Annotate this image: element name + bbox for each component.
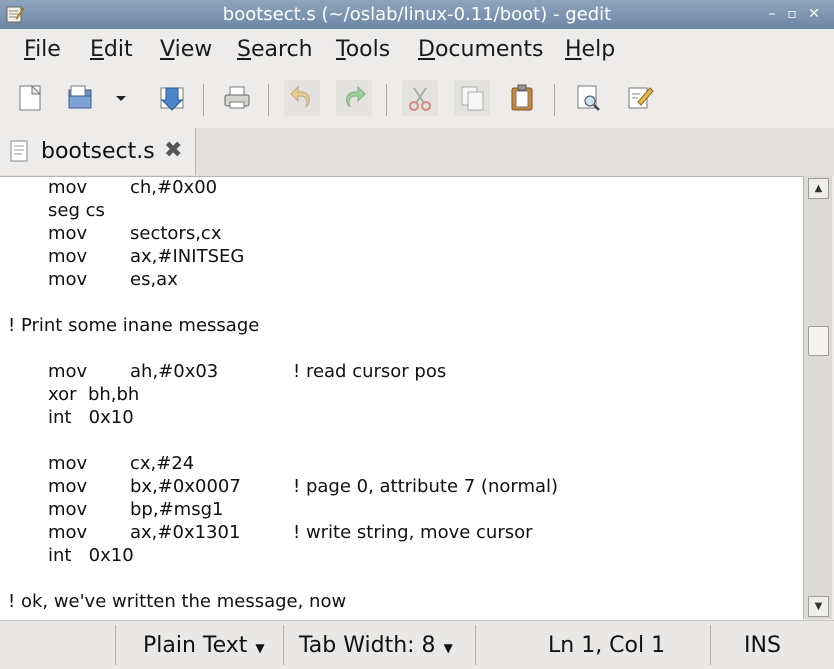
tab-label: bootsect.s xyxy=(41,139,155,164)
code-comment: ! page 0, attribute 7 (normal) xyxy=(293,476,559,497)
status-bar: Plain Text ▼ Tab Width: 8 ▼ Ln 1, Col 1 IN… xyxy=(0,620,834,669)
code-instruction: mov xyxy=(48,269,88,290)
code-line: seg cs xyxy=(8,200,798,223)
status-separator xyxy=(710,625,711,665)
code-comment: ! write string, move cursor xyxy=(293,522,533,543)
tab-width-selector[interactable]: Tab Width: 8 ▼ xyxy=(299,633,453,658)
scroll-up-icon[interactable]: ▲ xyxy=(808,178,829,199)
code-operands: ax,#INITSEG xyxy=(130,246,245,267)
code-operands: bp,#msg1 xyxy=(130,499,224,520)
menu-edit[interactable]: Edit xyxy=(90,37,133,62)
status-separator xyxy=(475,625,476,665)
code-line: ! Print some inane message xyxy=(8,315,798,338)
code-operands: sectors,cx xyxy=(130,223,222,244)
status-separator xyxy=(115,625,116,665)
menu-documents[interactable]: Documents xyxy=(418,37,543,62)
code-line: mov es,ax xyxy=(8,269,798,292)
language-selector[interactable]: Plain Text ▼ xyxy=(143,633,265,658)
code-instruction: seg cs xyxy=(48,200,105,221)
code-comment: ! read cursor pos xyxy=(293,361,447,382)
new-document-icon[interactable] xyxy=(12,80,48,116)
code-line: mov bx,#0x0007 ! page 0, attribute 7 (norm… xyxy=(8,476,798,499)
code-operands: ch,#0x00 xyxy=(130,177,218,198)
code-operands: es,ax xyxy=(130,269,178,290)
code-line: int 0x10 xyxy=(8,545,798,568)
code-instruction: mov xyxy=(48,177,88,198)
tab-bar: bootsect.s ✖ xyxy=(0,128,834,176)
code-operands: bx,#0x0007 xyxy=(130,476,241,497)
menu-search[interactable]: Search xyxy=(237,37,313,62)
status-separator xyxy=(283,625,284,665)
code-instruction: mov xyxy=(48,522,88,543)
paste-icon[interactable] xyxy=(504,80,540,116)
close-window-button[interactable]: ✕ xyxy=(806,6,822,22)
toolbar-separator xyxy=(554,84,555,116)
code-instruction: mov xyxy=(48,499,88,520)
code-line: mov ax,#INITSEG xyxy=(8,246,798,269)
menu-view[interactable]: View xyxy=(160,37,212,62)
find-replace-icon[interactable] xyxy=(622,80,658,116)
code-instruction: mov xyxy=(48,246,88,267)
code-instruction: mov xyxy=(48,453,88,474)
chevron-down-icon: ▼ xyxy=(443,641,453,655)
document-icon xyxy=(10,140,28,162)
code-instruction: mov xyxy=(48,223,88,244)
find-icon[interactable] xyxy=(570,80,606,116)
code-instruction: xor bh,bh xyxy=(48,384,140,405)
document-tab[interactable]: bootsect.s ✖ xyxy=(0,128,196,175)
save-icon[interactable] xyxy=(154,80,190,116)
scroll-thumb[interactable] xyxy=(808,326,829,356)
redo-icon[interactable] xyxy=(336,80,372,116)
code-instruction: int 0x10 xyxy=(48,545,134,566)
close-tab-icon[interactable]: ✖ xyxy=(164,138,182,163)
code-instruction: int 0x10 xyxy=(48,407,134,428)
toolbar xyxy=(0,72,834,129)
code-line: ! ok, we've written the message, now xyxy=(8,591,798,614)
toolbar-separator xyxy=(268,84,269,116)
menu-tools[interactable]: Tools xyxy=(336,37,390,62)
print-icon[interactable] xyxy=(219,80,255,116)
minimize-button[interactable]: – xyxy=(764,6,780,22)
code-line: mov bp,#msg1 xyxy=(8,499,798,522)
code-line: mov ax,#0x1301 ! write string, move cursor xyxy=(8,522,798,545)
code-line: mov ch,#0x00 xyxy=(8,177,798,200)
code-operands: cx,#24 xyxy=(130,453,195,474)
menu-help[interactable]: Help xyxy=(565,37,615,62)
code-line: mov sectors,cx xyxy=(8,223,798,246)
code-text: ! ok, we've written the message, now xyxy=(8,591,347,612)
code-instruction: mov xyxy=(48,361,88,382)
toolbar-separator xyxy=(386,84,387,116)
text-editor[interactable]: mov ch,#0x00 seg cs mov sectors,cx mov ax,#INI… xyxy=(0,176,803,620)
code-line: mov cx,#24 xyxy=(8,453,798,476)
open-icon[interactable] xyxy=(62,80,98,116)
window-title: bootsect.s (~/oslab/linux-0.11/boot) - g… xyxy=(222,4,612,25)
code-operands: ah,#0x03 xyxy=(130,361,219,382)
code-line: xor bh,bh xyxy=(8,384,798,407)
code-line: mov ah,#0x03 ! read cursor pos xyxy=(8,361,798,384)
insert-mode: INS xyxy=(744,633,781,658)
menu-bar: File Edit View Search Tools Documents He… xyxy=(0,29,834,72)
title-bar: bootsect.s (~/oslab/linux-0.11/boot) - g… xyxy=(0,0,834,29)
vertical-scrollbar[interactable]: ▲ ▼ xyxy=(803,176,832,619)
toolbar-separator xyxy=(203,84,204,116)
cut-icon[interactable] xyxy=(402,80,438,116)
scroll-down-icon[interactable]: ▼ xyxy=(808,596,829,617)
open-dropdown-icon[interactable] xyxy=(110,80,132,116)
code-text: ! Print some inane message xyxy=(8,315,260,336)
cursor-position: Ln 1, Col 1 xyxy=(548,633,666,658)
copy-icon[interactable] xyxy=(454,80,490,116)
undo-icon[interactable] xyxy=(284,80,320,116)
code-line: int 0x10 xyxy=(8,407,798,430)
maximize-button[interactable]: ▫ xyxy=(784,6,800,22)
chevron-down-icon: ▼ xyxy=(255,641,265,655)
code-instruction: mov xyxy=(48,476,88,497)
code-operands: ax,#0x1301 xyxy=(130,522,241,543)
menu-file[interactable]: File xyxy=(24,37,61,62)
